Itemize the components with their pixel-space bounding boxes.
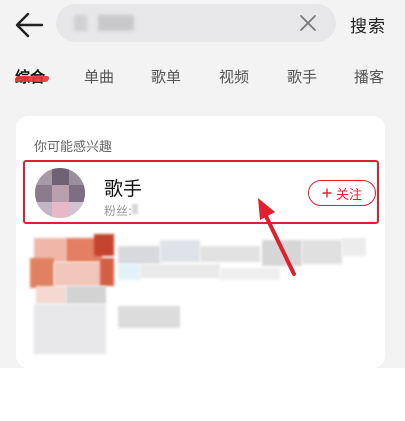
search-header: 搜索 xyxy=(0,0,405,50)
artist-result-row[interactable]: 歌手 粉丝: 关注 xyxy=(24,160,376,224)
card-title: 你可能感兴趣 xyxy=(34,140,113,155)
fans-count: 粉丝: xyxy=(104,204,133,218)
tab-videos[interactable]: 视频 xyxy=(219,66,249,87)
category-tabs: 综合 单曲 歌单 视频 歌手 播客 xyxy=(0,60,405,94)
page-bottom xyxy=(0,368,405,421)
tab-songs[interactable]: 单曲 xyxy=(84,66,114,87)
artist-name: 歌手 xyxy=(104,178,143,200)
tab-podcasts[interactable]: 播客 xyxy=(354,66,384,87)
plus-icon xyxy=(322,188,332,198)
tab-playlists[interactable]: 歌单 xyxy=(151,66,181,87)
search-query-blurred xyxy=(74,15,134,31)
follow-label: 关注 xyxy=(335,187,362,203)
tab-artists[interactable]: 歌手 xyxy=(287,66,317,87)
avatar xyxy=(35,168,85,218)
clear-icon[interactable] xyxy=(298,13,318,33)
search-input[interactable] xyxy=(56,4,336,42)
fans-count-blurred xyxy=(132,204,138,214)
back-arrow-icon[interactable] xyxy=(14,11,44,39)
search-button[interactable]: 搜索 xyxy=(350,12,386,37)
follow-button[interactable]: 关注 xyxy=(308,180,376,206)
active-tab-indicator xyxy=(14,76,50,82)
